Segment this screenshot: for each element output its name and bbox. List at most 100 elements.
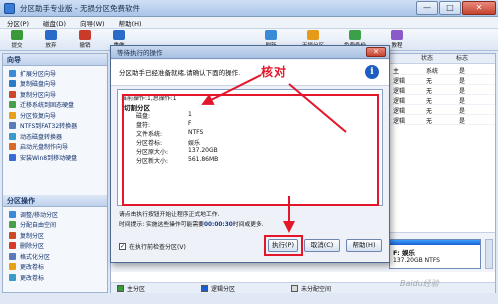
wizard-item-label: 动态磁盘转换器 bbox=[20, 133, 63, 141]
ops-item-label: 分配自由空间 bbox=[20, 222, 57, 230]
cell-flag: 是 bbox=[459, 68, 466, 75]
ops-item-label: 调整/移动分区 bbox=[20, 211, 59, 219]
cell-status: 系统 bbox=[426, 68, 439, 75]
left-button-0[interactable]: 提交 bbox=[0, 29, 34, 51]
wizard-item[interactable]: 复制分区向导 bbox=[3, 89, 107, 100]
refresh-icon bbox=[265, 30, 277, 40]
menu-partition[interactable]: 分区(P) bbox=[0, 18, 36, 28]
wizard-item-label: 分区恢复向导 bbox=[20, 112, 57, 120]
cell-flag: 是 bbox=[459, 78, 466, 85]
wizard-item-icon bbox=[9, 90, 16, 98]
diskmap-scrollbar[interactable] bbox=[485, 239, 493, 269]
menu-help[interactable]: 帮助(H) bbox=[112, 18, 149, 28]
cell-flag: 是 bbox=[459, 88, 466, 95]
ops-item-icon bbox=[9, 231, 16, 239]
minimize-button[interactable]: — bbox=[416, 1, 438, 15]
annotation-box-execute bbox=[264, 235, 303, 256]
cell-type: 逻辑 bbox=[393, 98, 406, 105]
window-controls: — □ ✕ bbox=[416, 1, 496, 15]
wizard-section-title: 向导 bbox=[3, 54, 107, 66]
cancel-button[interactable]: 取消(C) bbox=[304, 239, 340, 252]
pending-operations-dialog: 等待执行的操作 ✕ 分区助手已经准备就绪,请确认下面的操作. i 核对 当前操作… bbox=[110, 45, 390, 263]
ops-item[interactable]: 调整/移动分区 bbox=[3, 209, 107, 220]
cell-type: 逻辑 bbox=[393, 108, 406, 115]
cell-type: 主 bbox=[393, 68, 400, 75]
time-note: 时间提示: 实施这些操作可能需要00:00:30时间或更多. bbox=[119, 219, 264, 228]
dialog-title-bar: 等待执行的操作 ✕ bbox=[111, 46, 389, 59]
partition-size: 137.20GB NTFS bbox=[393, 257, 440, 264]
menu-disk[interactable]: 磁盘(D) bbox=[36, 18, 73, 28]
col-status[interactable]: 状态 bbox=[421, 54, 433, 64]
help-button[interactable]: 帮助(H) bbox=[346, 239, 382, 252]
col-flag[interactable]: 标志 bbox=[456, 54, 468, 64]
wizard-item-icon bbox=[9, 111, 16, 119]
watermark: Baidu经验 bbox=[400, 279, 439, 288]
wizard-item-icon bbox=[9, 101, 16, 109]
left-button-1[interactable]: 放弃 bbox=[34, 29, 68, 51]
cell-type: 逻辑 bbox=[393, 88, 406, 95]
left-button-2[interactable]: 撤销 bbox=[68, 29, 102, 51]
wizard-item[interactable]: 动态磁盘转换器 bbox=[3, 131, 107, 142]
ops-item-label: 删除分区 bbox=[20, 243, 45, 251]
legend-primary: 主分区 bbox=[111, 284, 145, 293]
legend-unallocated: 未分配空间 bbox=[285, 284, 331, 293]
ops-item[interactable]: 格式化分区 bbox=[3, 251, 107, 262]
wizard-item[interactable]: 迁移系统到固态硬盘 bbox=[3, 100, 107, 111]
cell-status: 无 bbox=[426, 98, 433, 105]
ops-item-icon bbox=[9, 210, 16, 218]
wizard-item[interactable]: 安装Win8到移动硬盘 bbox=[3, 152, 107, 163]
time-note-prefix: 时间提示: 实施这些操作可能需要 bbox=[119, 222, 204, 228]
wizard-item[interactable]: 启动光盘制作向导 bbox=[3, 142, 107, 153]
ops-item[interactable]: 更改卷标 bbox=[3, 262, 107, 273]
toolbar-label: 放弃 bbox=[45, 43, 57, 49]
wizard-item[interactable]: 扩展分区向导 bbox=[3, 68, 107, 79]
wizard-item-icon bbox=[9, 69, 16, 77]
dialog-header-message: 分区助手已经准备就绪,请确认下面的操作. bbox=[119, 69, 241, 77]
ops-item[interactable]: 分配自由空间 bbox=[3, 220, 107, 231]
ops-list: 调整/移动分区 分配自由空间 复制分区 删除分区 格式化分区 更改卷标 更改卷标 bbox=[3, 207, 107, 283]
wizard-item-label: 扩展分区向导 bbox=[20, 70, 57, 78]
dialog-title: 等待执行的操作 bbox=[117, 49, 163, 57]
checkbox-box[interactable]: ✓ bbox=[119, 243, 126, 250]
wizard-item[interactable]: 复制磁盘向导 bbox=[3, 79, 107, 90]
close-button[interactable]: ✕ bbox=[462, 1, 496, 15]
maximize-button[interactable]: □ bbox=[439, 1, 461, 15]
wizard-item-label: 复制磁盘向导 bbox=[20, 81, 57, 89]
backup-icon bbox=[349, 30, 361, 40]
legend-swatch bbox=[291, 284, 299, 292]
back-arrow-icon bbox=[79, 30, 91, 40]
legend-swatch bbox=[117, 284, 124, 292]
info-icon: i bbox=[365, 65, 379, 79]
dialog-close-button[interactable]: ✕ bbox=[366, 47, 386, 57]
partition-block[interactable]: F: 娱乐 137.20GB NTFS bbox=[389, 239, 481, 269]
window-title: 分区助手专业版 - 无损分区免费软件 bbox=[20, 3, 140, 13]
wizard-item-label: 启动光盘制作向导 bbox=[20, 144, 69, 152]
annotation-box bbox=[122, 94, 379, 206]
legend-label: 主分区 bbox=[127, 285, 146, 293]
book-icon bbox=[391, 30, 403, 40]
undo-icon bbox=[45, 30, 57, 40]
checkbox-label: 在执行前检查分区(V) bbox=[129, 244, 186, 251]
wizard-item[interactable]: NTFS到FAT32转换器 bbox=[3, 121, 107, 132]
check-icon bbox=[11, 30, 23, 40]
cell-status: 无 bbox=[426, 88, 433, 95]
ops-item[interactable]: 复制分区 bbox=[3, 230, 107, 241]
cell-status: 无 bbox=[426, 118, 433, 125]
check-partition-checkbox[interactable]: ✓ 在执行前检查分区(V) bbox=[119, 242, 186, 251]
wizard-item[interactable]: 分区恢复向导 bbox=[3, 110, 107, 121]
redo-icon bbox=[113, 30, 125, 40]
wizard-item-label: 复制分区向导 bbox=[20, 91, 57, 99]
cell-type: 逻辑 bbox=[393, 78, 406, 85]
ops-item[interactable]: 删除分区 bbox=[3, 241, 107, 252]
wizard-item-icon bbox=[9, 143, 16, 151]
ops-item[interactable]: 更改卷标 bbox=[3, 272, 107, 283]
menu-bar: 分区(P) 磁盘(D) 向导(W) 帮助(H) bbox=[0, 17, 498, 29]
cell-flag: 是 bbox=[459, 98, 466, 105]
cell-type: 逻辑 bbox=[393, 118, 406, 125]
legend-label: 未分配空间 bbox=[301, 285, 332, 293]
dialog-header: 分区助手已经准备就绪,请确认下面的操作. i bbox=[111, 60, 389, 86]
menu-wizard[interactable]: 向导(W) bbox=[73, 18, 112, 28]
legend-logical: 逻辑分区 bbox=[195, 284, 235, 293]
title-bar: 分区助手专业版 - 无损分区免费软件 — □ ✕ bbox=[0, 0, 498, 17]
wizard-item-label: NTFS到FAT32转换器 bbox=[20, 123, 78, 131]
